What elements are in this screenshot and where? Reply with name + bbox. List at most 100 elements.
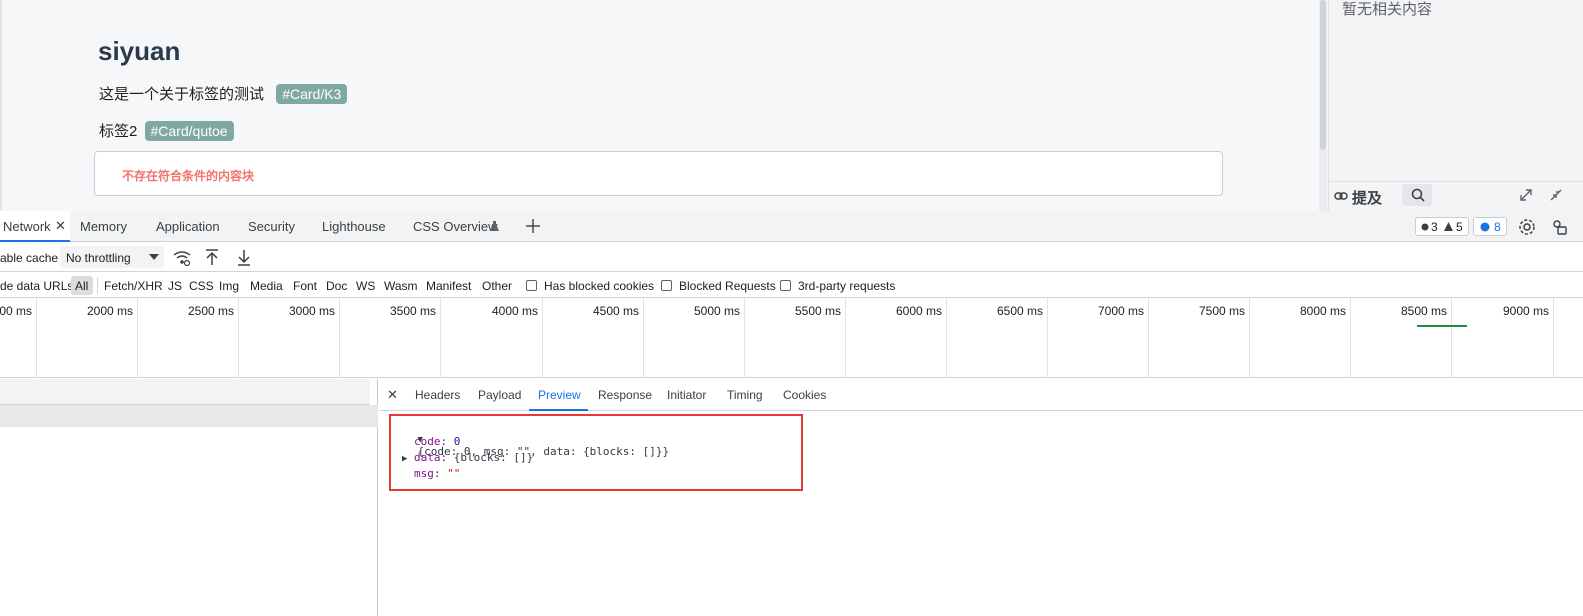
tab-security[interactable]: Security — [248, 219, 295, 234]
search-icon — [1411, 188, 1425, 202]
flask-icon — [490, 221, 499, 231]
json-preview-highlight: ▼ {code: 0, msg: "", data: {blocks: []}}… — [389, 414, 803, 491]
timeline-gridline — [1350, 298, 1351, 378]
tab-preview[interactable]: Preview — [538, 388, 581, 402]
filter-img[interactable]: Img — [219, 279, 239, 293]
backlink-panel — [1328, 0, 1583, 211]
paragraph-2: 标签2 #Card/qutoe — [99, 120, 234, 141]
filter-js[interactable]: JS — [168, 279, 182, 293]
request-timing-bar — [1417, 325, 1467, 327]
timeline-gridline — [643, 298, 644, 378]
mention-search-button[interactable] — [1402, 184, 1432, 206]
export-har-icon[interactable] — [237, 249, 251, 266]
no-related-content-text: 暂无相关内容 — [1342, 1, 1433, 18]
tab-headers[interactable]: Headers — [415, 388, 460, 402]
tab-memory[interactable]: Memory — [80, 219, 127, 234]
messages-counter[interactable]: 8 — [1473, 217, 1507, 236]
filter-doc[interactable]: Doc — [326, 279, 347, 293]
third-party-requests-checkbox[interactable] — [780, 280, 791, 291]
close-tab-icon[interactable]: ✕ — [55, 218, 66, 234]
timeline-tick-label: 3000 ms — [288, 304, 335, 318]
message-count: 8 — [1494, 220, 1501, 234]
timeline-tick-label: 9000 ms — [1502, 304, 1549, 318]
paragraph-1: 这是一个关于标签的测试 #Card/K3 — [99, 83, 348, 104]
tab-timing[interactable]: Timing — [727, 388, 763, 402]
document-title: siyuan — [98, 36, 181, 66]
timeline-tick-label: 5000 ms — [693, 304, 740, 318]
expand-icon[interactable] — [1519, 188, 1533, 202]
has-blocked-cookies-label: Has blocked cookies — [544, 279, 655, 293]
timeline-gridline — [1148, 298, 1149, 378]
filter-manifest[interactable]: Manifest — [426, 279, 471, 293]
message-icon — [1480, 222, 1490, 232]
timeline-tick-label: 7500 ms — [1198, 304, 1245, 318]
timeline-tick-label: 5500 ms — [794, 304, 841, 318]
timeline-tick-label: 2500 ms — [187, 304, 234, 318]
tag-card-k3[interactable]: #Card/K3 — [276, 84, 348, 104]
has-blocked-cookies-checkbox[interactable] — [526, 280, 537, 291]
warning-count: 5 — [1456, 220, 1463, 234]
close-detail-icon[interactable]: ✕ — [387, 387, 398, 403]
timeline-gridline — [440, 298, 441, 378]
devtools-tab-bar — [0, 211, 1583, 242]
json-msg-value: "" — [447, 467, 461, 480]
collapsed-triangle-icon: ▶ — [402, 454, 408, 464]
timeline-tick-label: 6000 ms — [895, 304, 942, 318]
timeline-tick-label: 8000 ms — [1299, 304, 1346, 318]
import-har-icon[interactable] — [205, 249, 219, 266]
throttling-select[interactable]: No throttling — [60, 246, 164, 268]
timeline-tick-label: 8500 ms — [1400, 304, 1447, 318]
third-party-requests-label: 3rd-party requests — [798, 279, 896, 293]
filter-media[interactable]: Media — [250, 279, 283, 293]
mention-label: 提及 — [1352, 190, 1383, 207]
filter-all-label[interactable]: All — [75, 279, 88, 293]
tab-response[interactable]: Response — [598, 388, 652, 402]
json-code-key: code — [414, 435, 441, 448]
tab-payload[interactable]: Payload — [478, 388, 521, 402]
tab-network-label[interactable]: Network — [3, 219, 51, 234]
filter-font[interactable]: Font — [293, 279, 317, 293]
issues-counter[interactable]: 3 5 — [1415, 217, 1469, 236]
collapse-icon[interactable] — [1549, 188, 1563, 202]
customize-devtools-icon[interactable] — [1550, 218, 1568, 236]
tag-card-qutoe[interactable]: #Card/qutoe — [144, 121, 234, 141]
selected-request-row[interactable] — [0, 405, 378, 427]
blocked-requests-checkbox[interactable] — [661, 280, 672, 291]
editor-scrollbar-thumb[interactable] — [1320, 0, 1326, 150]
timeline-tick-label: 500 ms — [0, 304, 32, 318]
timeline-gridline — [946, 298, 947, 378]
tab-cookies[interactable]: Cookies — [783, 388, 826, 402]
settings-gear-icon[interactable] — [1518, 218, 1536, 236]
timeline-gridline — [1047, 298, 1048, 378]
chevron-down-icon — [149, 254, 159, 260]
timeline-gridline — [137, 298, 138, 378]
hide-data-urls-label[interactable]: de data URLs — [0, 279, 73, 293]
timeline-tick-label: 6500 ms — [996, 304, 1043, 318]
link-icon — [1334, 192, 1348, 200]
timeline-gridline — [845, 298, 846, 378]
timeline-gridline — [238, 298, 239, 378]
json-code-value: 0 — [453, 435, 461, 448]
filter-wasm[interactable]: Wasm — [384, 279, 418, 293]
filter-divider — [97, 277, 98, 294]
more-tabs-plus-icon[interactable] — [525, 218, 541, 234]
disable-cache-label[interactable]: able cache — [0, 251, 58, 265]
query-embed-block[interactable]: 不存在符合条件的内容块 — [94, 151, 1223, 196]
timeline-gridline — [339, 298, 340, 378]
filter-other[interactable]: Other — [482, 279, 512, 293]
network-conditions-icon[interactable] — [173, 250, 191, 266]
paragraph-2-text: 标签2 — [99, 123, 138, 140]
tab-initiator[interactable]: Initiator — [667, 388, 706, 402]
timeline-tick-label: 4500 ms — [592, 304, 639, 318]
tab-application[interactable]: Application — [156, 219, 220, 234]
tab-lighthouse[interactable]: Lighthouse — [322, 219, 386, 234]
error-count: 3 — [1431, 220, 1438, 234]
error-icon — [1421, 223, 1429, 231]
filter-css[interactable]: CSS — [189, 279, 214, 293]
filter-fetch-xhr[interactable]: Fetch/XHR — [104, 279, 163, 293]
json-msg-row: msg: "" — [414, 467, 461, 480]
tab-css-overview[interactable]: CSS Overview — [413, 219, 498, 234]
json-data-row[interactable]: ▶ data: {blocks: []} — [402, 451, 533, 464]
filter-ws[interactable]: WS — [356, 279, 375, 293]
mention-bar: 提及 — [1328, 181, 1583, 210]
